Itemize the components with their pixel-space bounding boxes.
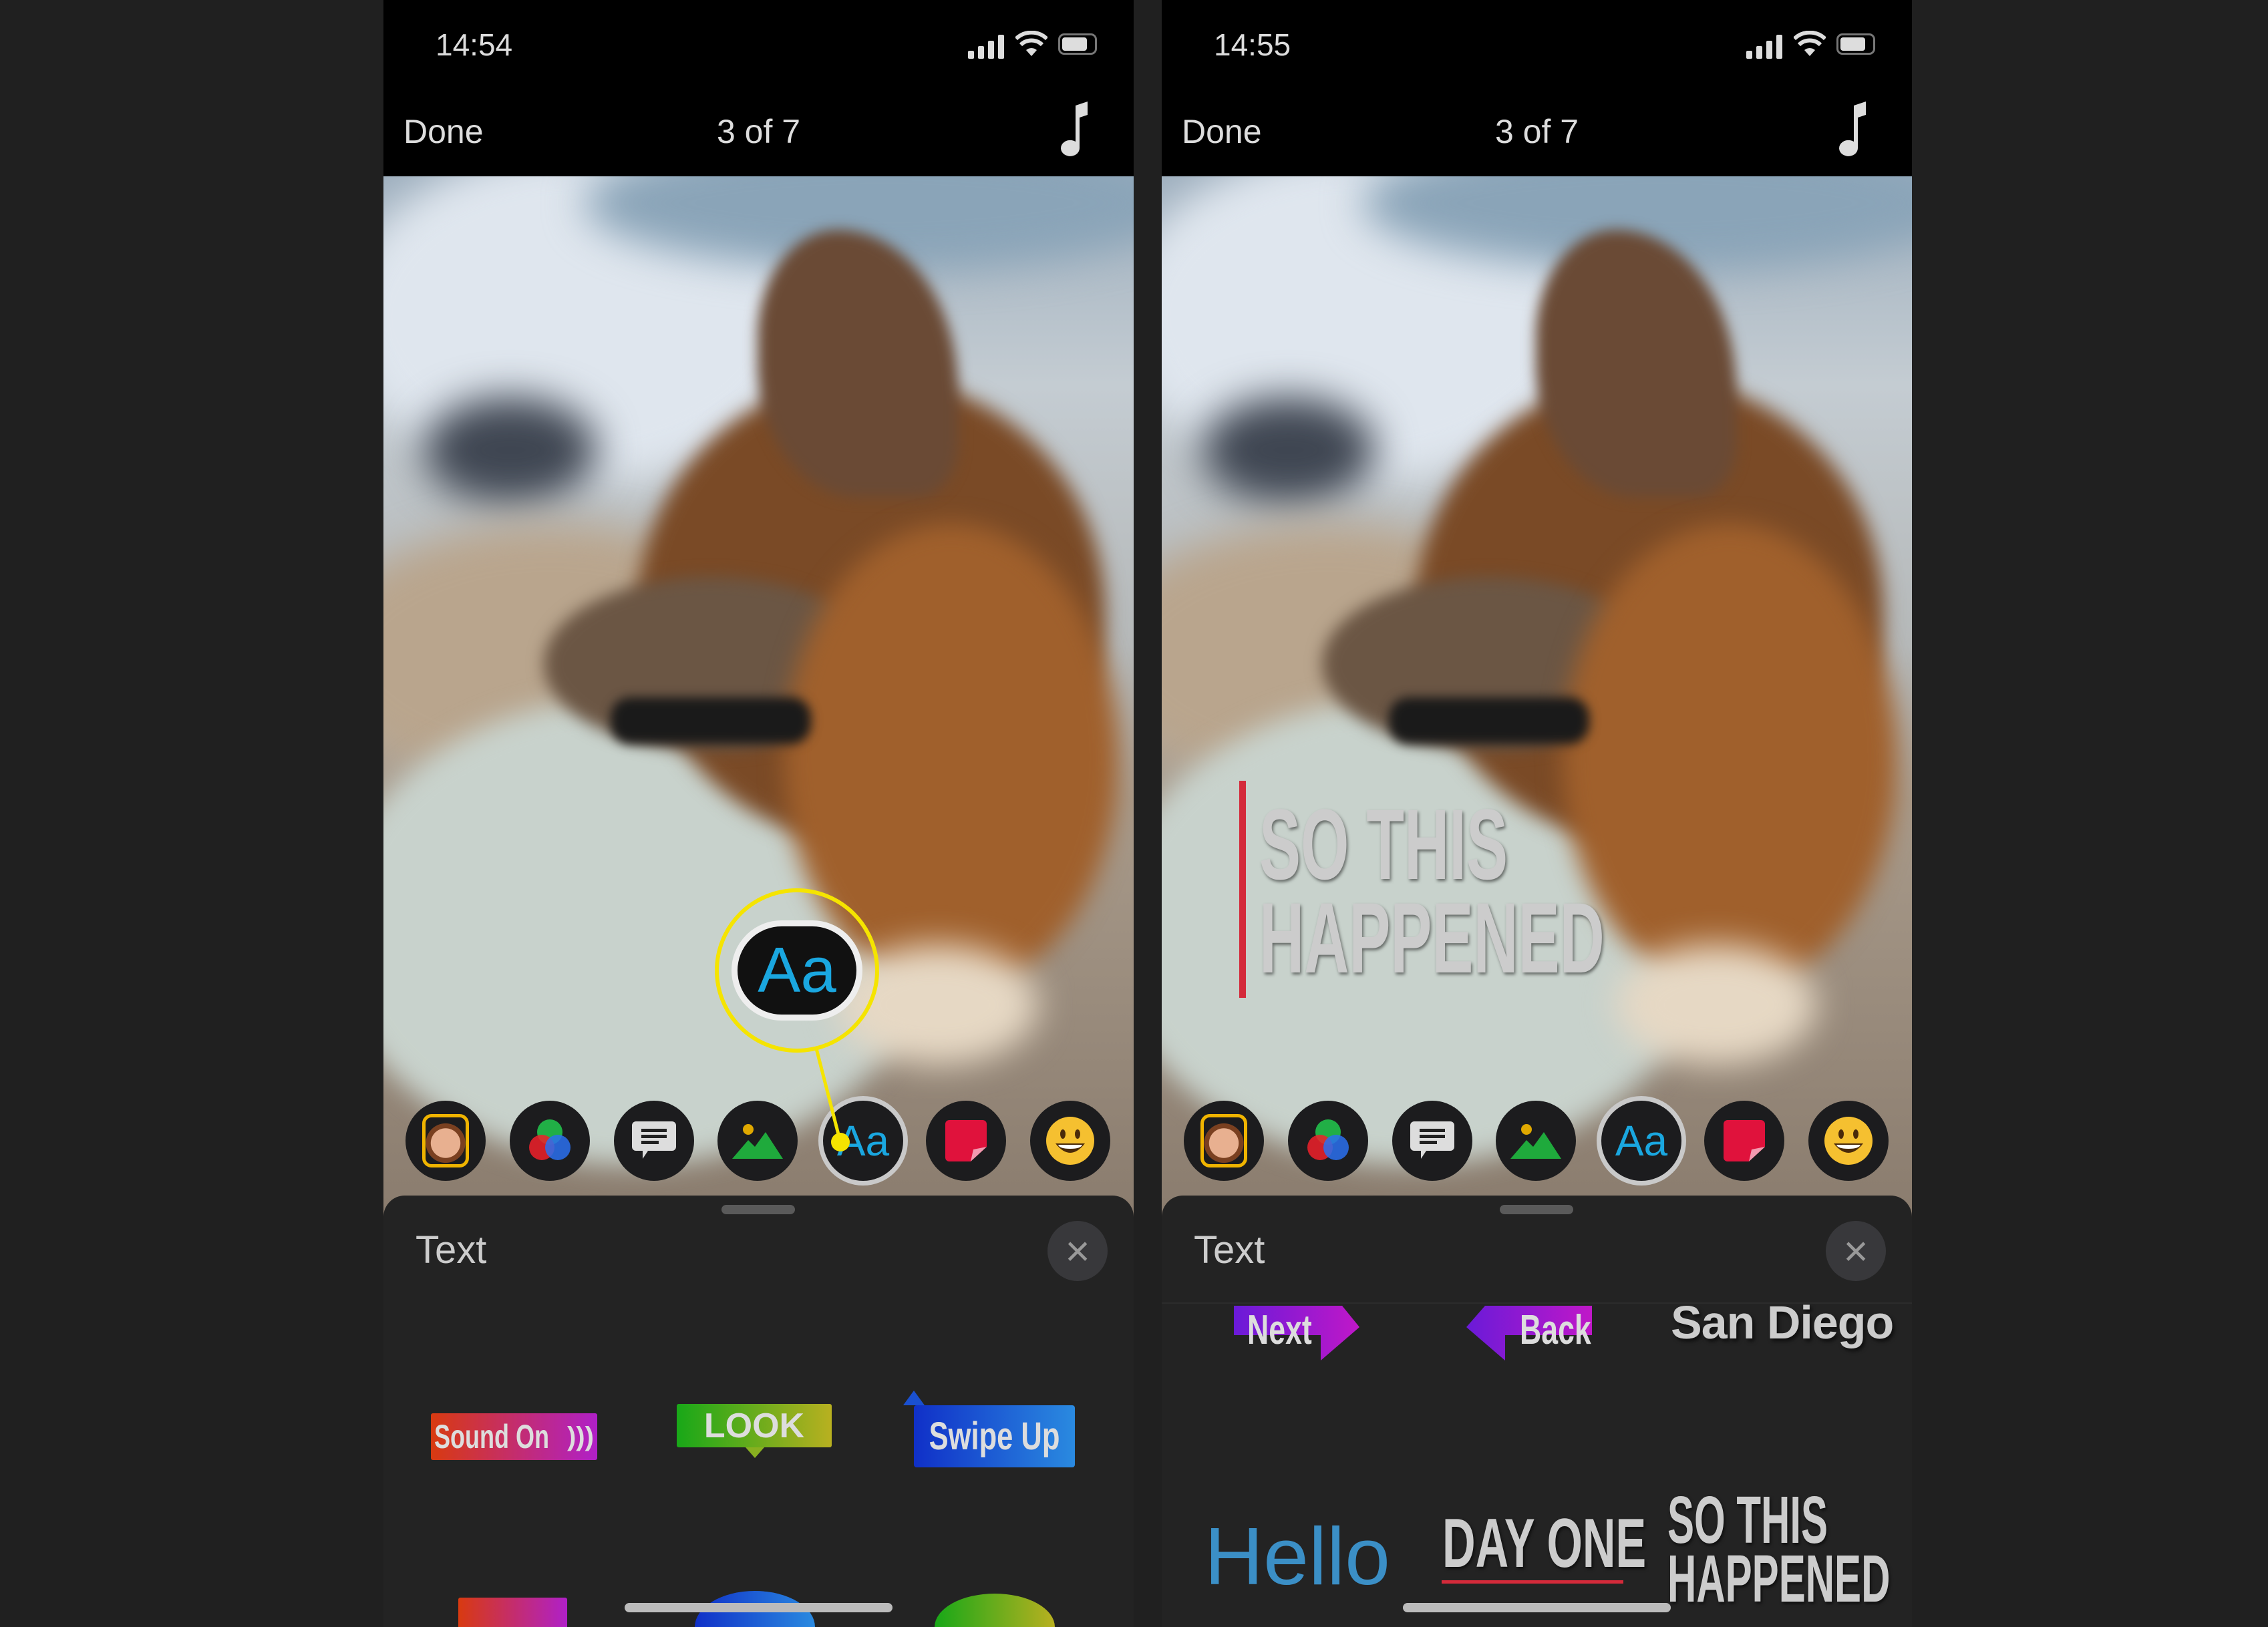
color-filters-icon bbox=[1307, 1119, 1349, 1160]
emoji-button[interactable] bbox=[1808, 1101, 1889, 1181]
status-time: 14:55 bbox=[1214, 27, 1291, 62]
sticker-partial[interactable] bbox=[458, 1598, 567, 1627]
done-button[interactable]: Done bbox=[403, 112, 484, 151]
overlay-line-1: SO THIS bbox=[1259, 788, 1508, 900]
look-pointer bbox=[746, 1447, 764, 1458]
screenshot-stage: 14:54 3 of 7 Done Aa Text × Sound On))) … bbox=[0, 0, 2268, 1627]
signal-icon bbox=[1746, 35, 1782, 59]
memoji-icon bbox=[1200, 1114, 1247, 1167]
music-note-icon[interactable] bbox=[1830, 100, 1870, 160]
stickers-button[interactable] bbox=[926, 1101, 1006, 1181]
done-button[interactable]: Done bbox=[1182, 112, 1262, 151]
sticker-icon bbox=[945, 1120, 987, 1161]
text-button-magnified: Aa bbox=[732, 920, 862, 1021]
next-sticker[interactable]: Next bbox=[1247, 1306, 1312, 1354]
wifi-icon bbox=[1794, 31, 1826, 56]
memoji-icon bbox=[422, 1114, 469, 1167]
sound-waves-icon: ))) bbox=[566, 1421, 594, 1451]
sticker-icon bbox=[1724, 1120, 1765, 1161]
battery-icon bbox=[1058, 33, 1097, 55]
day-one-underline bbox=[1442, 1580, 1623, 1584]
page-counter: 3 of 7 bbox=[716, 113, 801, 150]
status-time: 14:54 bbox=[436, 27, 513, 62]
page-counter: 3 of 7 bbox=[1494, 113, 1579, 150]
swipe-pointer bbox=[903, 1391, 925, 1405]
phone-right: 14:55 3 of 7 Done Aa Text × Next Back Sa… bbox=[1162, 0, 1912, 1627]
so-this-happened-sticker-line2[interactable]: HAPPENED bbox=[1667, 1546, 1890, 1612]
text-overlay[interactable]: SO THIS HAPPENED bbox=[1239, 781, 1640, 1001]
sticker-label: Sound On bbox=[434, 1418, 550, 1455]
text-aa-icon: Aa bbox=[758, 934, 836, 1006]
memoji-button[interactable] bbox=[406, 1101, 486, 1181]
sticker-grid: Next Back San Diego Hello DAY ONE SO THI… bbox=[1162, 1196, 1912, 1627]
text-bubble-button[interactable] bbox=[1392, 1101, 1472, 1181]
memoji-button[interactable] bbox=[1184, 1101, 1264, 1181]
callout-line bbox=[814, 1048, 850, 1151]
sticker-grid: Sound On))) LOOK Swipe Up bbox=[383, 1196, 1134, 1627]
look-sticker[interactable]: LOOK bbox=[677, 1404, 832, 1447]
shapes-button[interactable] bbox=[1496, 1101, 1576, 1181]
callout-magnifier: Aa bbox=[715, 888, 879, 1053]
sticker-label: LOOK bbox=[703, 1406, 805, 1445]
filters-button[interactable] bbox=[1288, 1101, 1368, 1181]
signal-icon bbox=[968, 35, 1004, 59]
shapes-button[interactable] bbox=[717, 1101, 798, 1181]
overlay-accent-bar bbox=[1239, 781, 1246, 998]
hello-sticker[interactable]: Hello bbox=[1204, 1509, 1390, 1603]
sound-on-sticker[interactable]: Sound On))) bbox=[431, 1413, 597, 1460]
back-sticker[interactable]: Back bbox=[1520, 1306, 1591, 1354]
smiley-emoji-icon bbox=[1046, 1117, 1094, 1165]
filters-button[interactable] bbox=[510, 1101, 590, 1181]
overlay-line-2: HAPPENED bbox=[1259, 882, 1605, 994]
emoji-button[interactable] bbox=[1030, 1101, 1110, 1181]
swipe-up-sticker[interactable]: Swipe Up bbox=[914, 1405, 1075, 1467]
speech-bubble-icon bbox=[632, 1121, 676, 1159]
text-button[interactable]: Aa bbox=[1601, 1101, 1681, 1181]
speech-bubble-icon bbox=[1410, 1121, 1454, 1159]
text-aa-icon: Aa bbox=[1615, 1117, 1668, 1165]
sticker-label: Swipe Up bbox=[929, 1415, 1060, 1458]
text-sheet: Text × Next Back San Diego Hello DAY ONE… bbox=[1162, 1196, 1912, 1627]
photo-preview[interactable] bbox=[383, 176, 1134, 1218]
wifi-icon bbox=[1015, 31, 1047, 56]
phone-left: 14:54 3 of 7 Done Aa Text × Sound On))) … bbox=[383, 0, 1134, 1627]
home-indicator bbox=[1403, 1603, 1671, 1612]
photo-preview[interactable] bbox=[1162, 176, 1912, 1218]
text-bubble-button[interactable] bbox=[614, 1101, 694, 1181]
sticker-partial-green[interactable] bbox=[935, 1594, 1055, 1627]
landscape-icon bbox=[1510, 1124, 1561, 1159]
home-indicator bbox=[625, 1603, 893, 1612]
music-note-icon[interactable] bbox=[1051, 100, 1092, 160]
landscape-icon bbox=[732, 1124, 783, 1159]
color-filters-icon bbox=[529, 1119, 571, 1160]
smiley-emoji-icon bbox=[1824, 1117, 1873, 1165]
stickers-button[interactable] bbox=[1704, 1101, 1784, 1181]
text-sheet: Text × Sound On))) LOOK Swipe Up bbox=[383, 1196, 1134, 1627]
battery-icon bbox=[1836, 33, 1875, 55]
day-one-sticker[interactable]: DAY ONE bbox=[1442, 1504, 1646, 1584]
san-diego-sticker[interactable]: San Diego bbox=[1671, 1296, 1894, 1349]
